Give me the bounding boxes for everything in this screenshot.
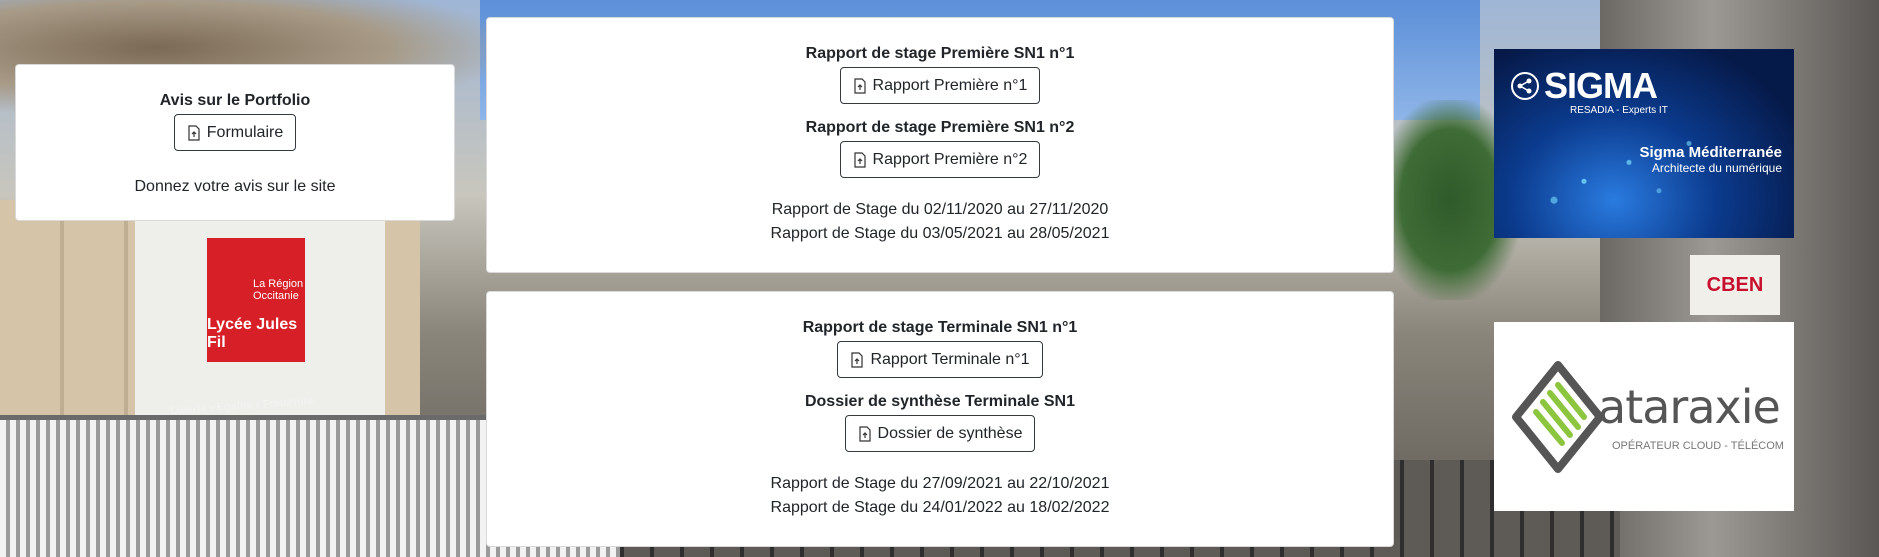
premiere-date-1: Rapport de Stage du 02/11/2020 au 27/11/…: [771, 201, 1109, 218]
school-name: Lycée Jules Fil: [207, 316, 298, 351]
rapport-terminale-1-button[interactable]: Rapport Terminale n°1: [837, 341, 1043, 378]
sigma-sub: RESADIA - Experts IT: [1570, 105, 1668, 116]
terminale-report2-title: Dossier de synthèse Terminale SN1: [804, 393, 1076, 410]
premiere-report1-title: Rapport de stage Première SN1 n°1: [805, 45, 1075, 62]
file-arrow-up-icon: [853, 151, 866, 168]
region-logo: La Région Occitanie Lycée Jules Fil: [207, 238, 305, 362]
terminale-date-2: Rapport de Stage du 24/01/2022 au 18/02/…: [770, 499, 1110, 516]
ataraxie-partner-logo[interactable]: ataraxie OPÉRATEUR CLOUD - TÉLÉCOM: [1494, 322, 1794, 511]
rapport-premiere-1-button[interactable]: Rapport Première n°1: [839, 67, 1041, 104]
share-icon: [1511, 72, 1539, 100]
terminale-date-1: Rapport de Stage du 27/09/2021 au 22/10/…: [770, 475, 1110, 492]
premiere-date-2: Rapport de Stage du 03/05/2021 au 28/05/…: [770, 225, 1110, 242]
ataraxie-sub: OPÉRATEUR CLOUD - TÉLÉCOM: [1612, 440, 1784, 452]
cben-sign: CBEN: [1690, 255, 1780, 315]
portfolio-description: Donnez votre avis sur le site: [134, 178, 336, 195]
premiere-reports-card: Rapport de stage Première SN1 n°1 Rappor…: [486, 17, 1394, 273]
terminale-report1-title: Rapport de stage Terminale SN1 n°1: [802, 319, 1078, 336]
ataraxie-mark-icon: [1512, 361, 1604, 473]
sigma-name: Sigma Méditerranée: [1639, 144, 1782, 161]
terminale-reports-card: Rapport de stage Terminale SN1 n°1 Rappo…: [486, 291, 1394, 547]
portfolio-card-title: Avis sur le Portfolio: [159, 92, 311, 109]
ataraxie-brand: ataraxie: [1598, 380, 1781, 434]
file-arrow-up-icon: [858, 425, 871, 442]
sigma-brand: SIGMA: [1544, 65, 1658, 106]
portfolio-feedback-card: Avis sur le Portfolio Formulaire Donnez …: [15, 64, 455, 221]
rapport-premiere-2-button[interactable]: Rapport Première n°2: [839, 141, 1041, 178]
file-arrow-up-icon: [851, 351, 864, 368]
formulaire-button[interactable]: Formulaire: [173, 114, 297, 151]
formulaire-button-label: Formulaire: [206, 123, 284, 141]
rapport-premiere-1-label: Rapport Première n°1: [872, 76, 1028, 94]
sigma-partner-logo[interactable]: SIGMA RESADIA - Experts IT Sigma Méditer…: [1494, 49, 1794, 238]
dossier-synthese-label: Dossier de synthèse: [877, 424, 1023, 442]
premiere-report2-title: Rapport de stage Première SN1 n°2: [805, 119, 1075, 136]
file-arrow-up-icon: [853, 77, 866, 94]
dossier-synthese-button[interactable]: Dossier de synthèse: [844, 415, 1036, 452]
rapport-terminale-1-label: Rapport Terminale n°1: [870, 350, 1030, 368]
sigma-tagline: Architecte du numérique: [1651, 161, 1782, 175]
file-arrow-up-icon: [188, 124, 200, 141]
region-logo-text: La Région Occitanie: [253, 278, 304, 302]
rapport-premiere-2-label: Rapport Première n°2: [872, 150, 1028, 168]
